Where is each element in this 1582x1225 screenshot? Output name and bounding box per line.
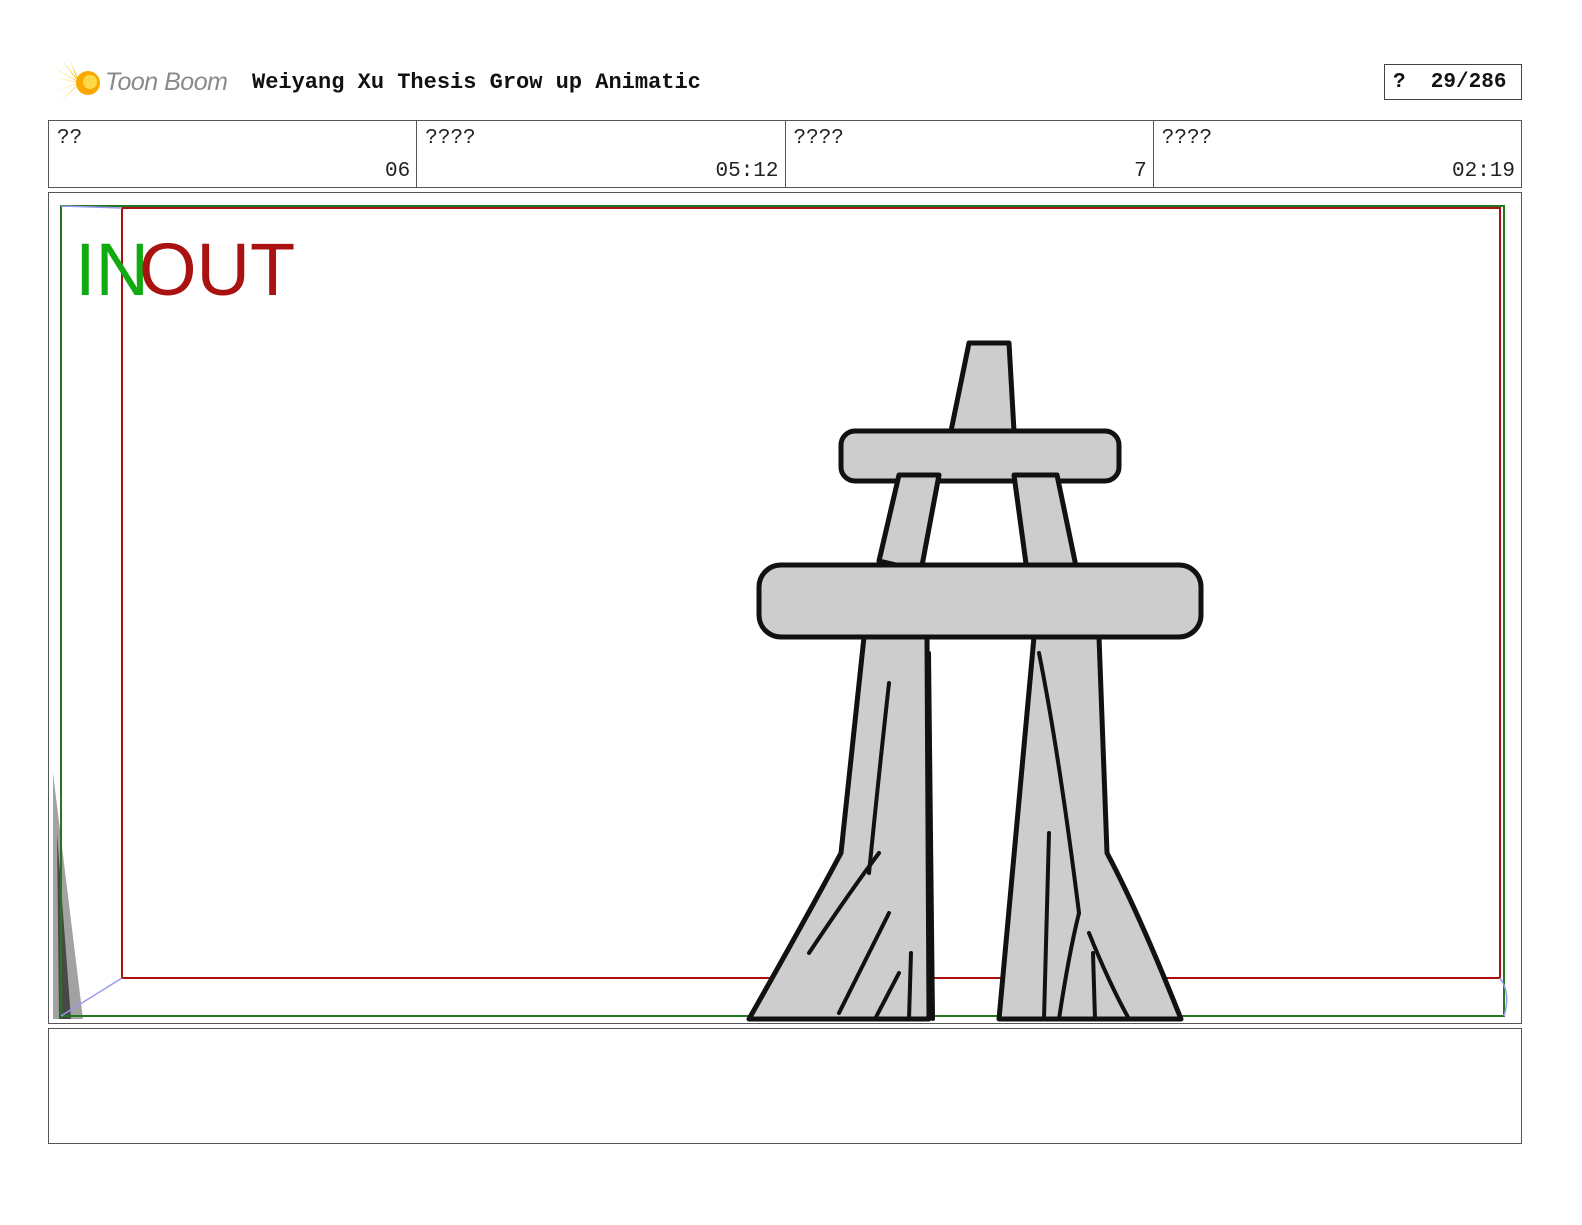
info-value: 7 bbox=[1134, 160, 1147, 183]
page-header: Toon Boom Weiyang Xu Thesis Grow up Anim… bbox=[48, 56, 1522, 108]
info-value: 02:19 bbox=[1451, 160, 1515, 183]
toon-boom-logo: Toon Boom bbox=[50, 58, 240, 108]
info-cell-panel: ???? 7 bbox=[786, 121, 1154, 187]
info-label: ?? bbox=[57, 127, 83, 150]
info-cell-scene: ?? 06 bbox=[49, 121, 418, 187]
info-label: ???? bbox=[1161, 127, 1213, 150]
starburst-icon bbox=[50, 60, 100, 106]
info-value: 05:12 bbox=[715, 160, 779, 183]
info-label: ???? bbox=[425, 127, 476, 150]
info-cell-duration: ???? 05:12 bbox=[417, 121, 786, 187]
panel-drawing: IN OUT bbox=[53, 205, 1508, 1022]
storyboard-title: Weiyang Xu Thesis Grow up Animatic bbox=[252, 70, 701, 95]
tower-sketch bbox=[746, 340, 1204, 1022]
panel-notes-box bbox=[48, 1028, 1522, 1144]
in-label: IN bbox=[75, 228, 149, 311]
info-label: ???? bbox=[793, 127, 844, 150]
page-indicator: ? 29/286 bbox=[1384, 64, 1522, 100]
logo-text: Toon Boom bbox=[105, 68, 228, 96]
info-value: 06 bbox=[385, 160, 411, 183]
panel-info-table: ?? 06 ???? 05:12 ???? 7 ???? 02:19 bbox=[48, 120, 1522, 188]
out-label: OUT bbox=[139, 228, 295, 311]
info-cell-time: ???? 02:19 bbox=[1154, 121, 1521, 187]
storyboard-panel: IN OUT bbox=[48, 192, 1522, 1024]
